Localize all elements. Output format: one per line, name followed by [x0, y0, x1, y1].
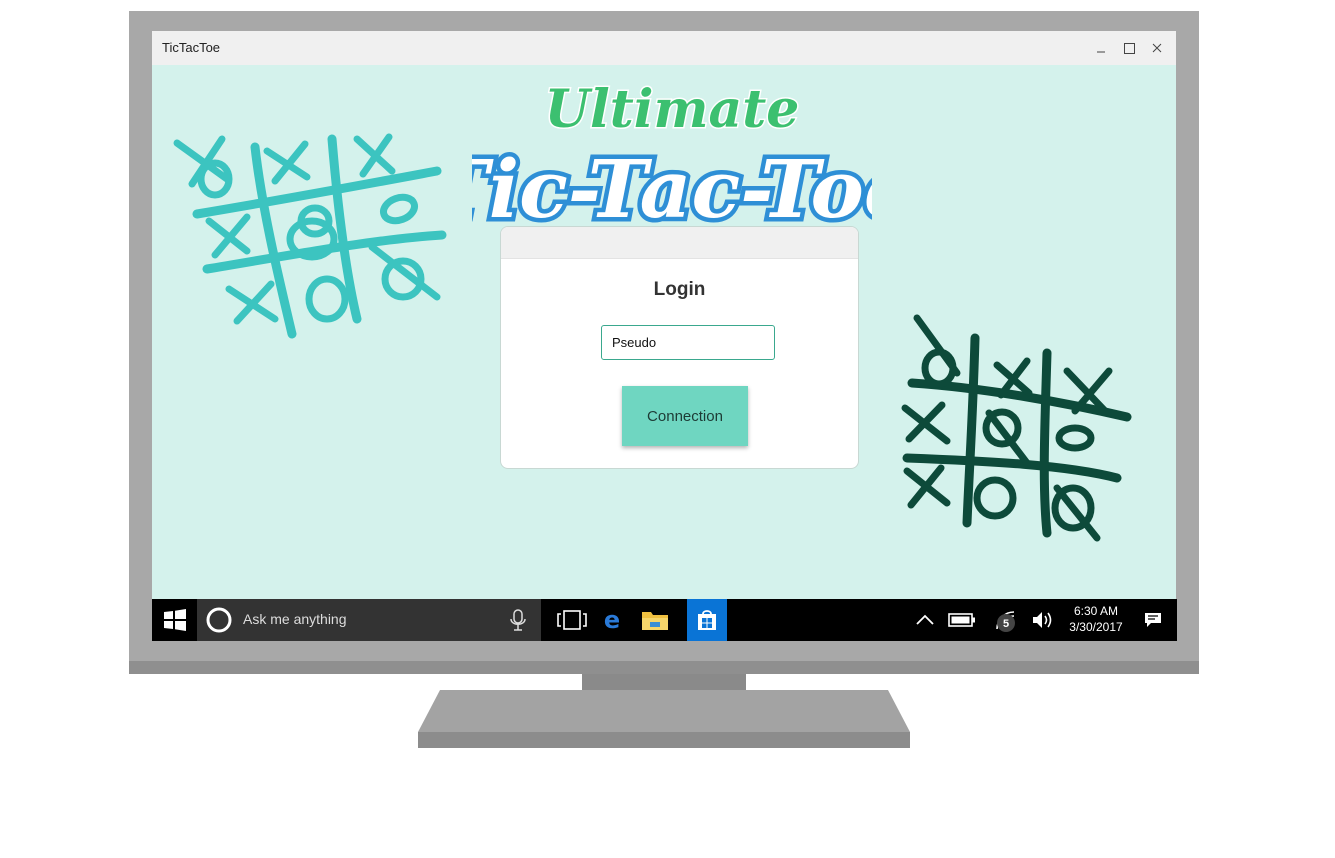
connection-button[interactable]: Connection: [622, 386, 748, 446]
taskbar: Ask me anything e 6:30 AM 3/30/2017: [152, 599, 1177, 641]
logo-line1: Ultimate: [545, 79, 800, 140]
window-title: TicTacToe: [162, 40, 221, 55]
cortana-icon: [206, 607, 232, 633]
windows-start-icon: [163, 609, 186, 631]
close-button[interactable]: [1146, 37, 1168, 59]
store-button[interactable]: [687, 599, 727, 641]
clock-date: 3/30/2017: [1069, 620, 1123, 634]
microphone-icon[interactable]: [509, 609, 527, 631]
pseudo-input[interactable]: [601, 325, 775, 360]
search-placeholder: Ask me anything: [243, 611, 347, 627]
monitor-chin: [129, 661, 1199, 674]
decorative-grid-dark: [901, 314, 1132, 542]
maximize-icon: [1123, 42, 1135, 54]
svg-text:e: e: [604, 608, 620, 632]
clock-time: 6:30 AM: [1073, 604, 1119, 618]
minimize-button[interactable]: [1090, 37, 1112, 59]
app-window: TicTacToe Ultimate ic-Tac-To Login Pseud…: [152, 31, 1176, 599]
action-center-icon: [1145, 613, 1161, 627]
edge-button[interactable]: e: [594, 599, 630, 641]
logo-line2: Tic-Tac-Toe: [472, 142, 872, 227]
notification-count: 5: [1003, 618, 1009, 630]
edge-icon: e: [604, 608, 620, 632]
battery-button[interactable]: [946, 599, 978, 641]
decorative-grid-teal: [173, 133, 447, 339]
monitor-stand-base: [418, 690, 910, 748]
login-card: Login Connection: [500, 226, 859, 469]
game-logo: Ultimate Tic-Tac-Toe: [472, 78, 872, 228]
notification-badge: 5: [996, 613, 1016, 638]
login-card-header: [501, 227, 858, 259]
action-center-button[interactable]: [1136, 599, 1170, 641]
show-hidden-icons-button[interactable]: [912, 599, 938, 641]
clock[interactable]: 6:30 AM 3/30/2017: [1057, 603, 1135, 635]
login-title: Login: [653, 279, 706, 300]
close-icon: [1152, 43, 1162, 53]
task-view-button[interactable]: [552, 599, 592, 641]
store-icon: [698, 610, 716, 630]
minimize-icon: [1097, 51, 1105, 53]
volume-button[interactable]: [1028, 599, 1058, 641]
title-bar: TicTacToe: [152, 31, 1176, 65]
volume-icon: [1033, 612, 1052, 628]
search-box[interactable]: Ask me anything: [197, 599, 541, 641]
maximize-button[interactable]: [1118, 37, 1140, 59]
task-view-icon: [557, 610, 587, 630]
file-explorer-button[interactable]: [636, 599, 674, 641]
battery-icon: [948, 613, 975, 627]
start-button[interactable]: [152, 599, 197, 641]
chevron-up-icon: [916, 614, 934, 625]
file-explorer-icon: [642, 612, 668, 630]
